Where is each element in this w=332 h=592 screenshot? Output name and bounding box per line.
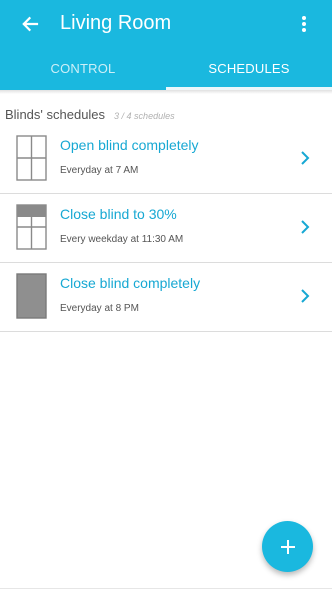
bottom-divider (0, 588, 332, 589)
back-button[interactable] (18, 12, 42, 36)
schedule-list: Open blind completely Everyday at 7 AM C… (0, 125, 332, 332)
tab-control-label: CONTROL (50, 61, 116, 76)
schedule-name: Open blind completely (60, 137, 199, 153)
section-header: Blinds' schedules 3 / 4 schedules (5, 107, 175, 122)
arrow-back-icon (22, 16, 39, 32)
more-vert-icon (302, 16, 306, 32)
schedule-time: Every weekday at 11:30 AM (60, 234, 184, 245)
blind-30-percent-icon (16, 204, 47, 250)
overflow-menu-button[interactable] (294, 12, 314, 36)
schedule-row[interactable]: Open blind completely Everyday at 7 AM (0, 125, 332, 194)
section-title: Blinds' schedules (5, 107, 106, 122)
schedule-time: Everyday at 7 AM (60, 165, 139, 176)
schedule-row[interactable]: Close blind to 30% Every weekday at 11:3… (0, 194, 332, 263)
plus-icon (280, 539, 295, 554)
tab-bar: CONTROL SCHEDULES (0, 52, 332, 90)
schedule-name: Close blind completely (60, 275, 201, 291)
page-title: Living Room (60, 12, 172, 34)
chevron-right-icon (301, 220, 310, 234)
schedule-row[interactable]: Close blind completely Everyday at 8 PM (0, 263, 332, 332)
schedule-time: Everyday at 8 PM (60, 303, 139, 314)
chevron-right-icon (301, 289, 310, 303)
schedule-count: 3 / 4 schedules (114, 111, 175, 121)
app-bar-shadow (0, 90, 332, 94)
tab-schedules[interactable]: SCHEDULES (166, 52, 332, 90)
add-schedule-button[interactable] (262, 521, 313, 572)
blind-open-icon (16, 135, 47, 181)
tab-control[interactable]: CONTROL (0, 52, 166, 90)
app-bar: Living Room CONTROL SCHEDULES (0, 0, 332, 90)
tab-schedules-label: SCHEDULES (208, 61, 290, 76)
chevron-right-icon (301, 151, 310, 165)
blind-closed-icon (16, 273, 47, 319)
schedule-name: Close blind to 30% (60, 206, 177, 222)
